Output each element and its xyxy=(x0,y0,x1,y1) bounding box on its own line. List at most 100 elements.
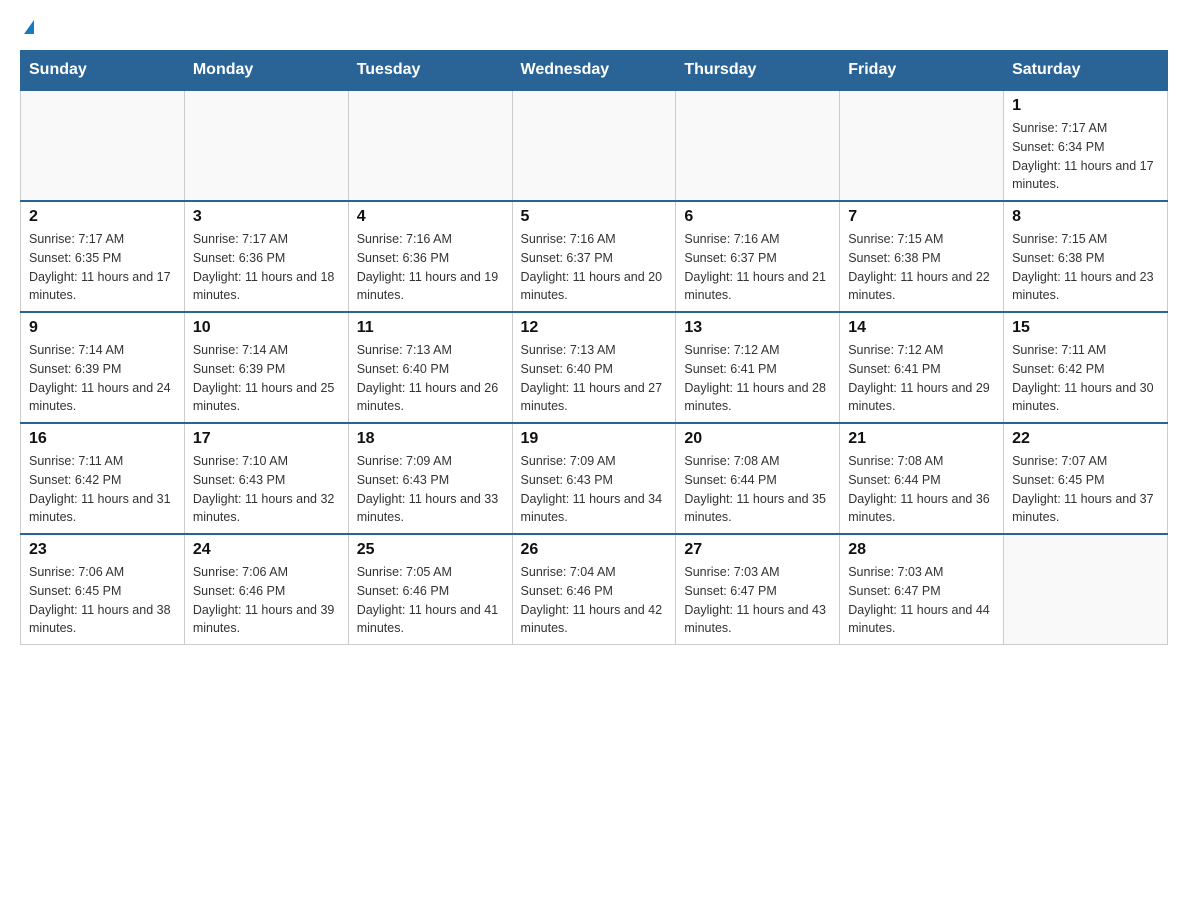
day-number: 20 xyxy=(684,430,831,448)
calendar-cell: 19 Sunrise: 7:09 AMSunset: 6:43 PMDayligh… xyxy=(512,423,676,534)
day-number: 8 xyxy=(1012,208,1159,226)
day-info: Sunrise: 7:08 AMSunset: 6:44 PMDaylight:… xyxy=(848,452,995,527)
day-info: Sunrise: 7:04 AMSunset: 6:46 PMDaylight:… xyxy=(521,563,668,638)
day-info: Sunrise: 7:06 AMSunset: 6:45 PMDaylight:… xyxy=(29,563,176,638)
day-number: 6 xyxy=(684,208,831,226)
calendar-week-3: 9 Sunrise: 7:14 AMSunset: 6:39 PMDaylight… xyxy=(21,312,1168,423)
day-info: Sunrise: 7:05 AMSunset: 6:46 PMDaylight:… xyxy=(357,563,504,638)
day-info: Sunrise: 7:09 AMSunset: 6:43 PMDaylight:… xyxy=(521,452,668,527)
calendar-header-friday: Friday xyxy=(840,51,1004,91)
day-info: Sunrise: 7:11 AMSunset: 6:42 PMDaylight:… xyxy=(1012,341,1159,416)
day-info: Sunrise: 7:12 AMSunset: 6:41 PMDaylight:… xyxy=(848,341,995,416)
calendar-cell: 4Sunrise: 7:16 AMSunset: 6:36 PMDaylight… xyxy=(348,201,512,312)
day-number: 13 xyxy=(684,319,831,337)
calendar-cell: 3 Sunrise: 7:17 AMSunset: 6:36 PMDaylight… xyxy=(184,201,348,312)
day-info: Sunrise: 7:07 AMSunset: 6:45 PMDaylight:… xyxy=(1012,452,1159,527)
day-info: Sunrise: 7:09 AMSunset: 6:43 PMDaylight:… xyxy=(357,452,504,527)
day-info: Sunrise: 7:11 AMSunset: 6:42 PMDaylight:… xyxy=(29,452,176,527)
calendar-cell: 12 Sunrise: 7:13 AMSunset: 6:40 PMDayligh… xyxy=(512,312,676,423)
calendar-cell: 20 Sunrise: 7:08 AMSunset: 6:44 PMDayligh… xyxy=(676,423,840,534)
day-info: Sunrise: 7:17 AMSunset: 6:35 PMDaylight:… xyxy=(29,230,176,305)
day-info: Sunrise: 7:16 AMSunset: 6:37 PMDaylight:… xyxy=(521,230,668,305)
calendar-table: SundayMondayTuesdayWednesdayThursdayFrid… xyxy=(20,50,1168,645)
logo-triangle-icon xyxy=(24,20,34,34)
calendar-header-sunday: Sunday xyxy=(21,51,185,91)
calendar-cell: 2Sunrise: 7:17 AMSunset: 6:35 PMDaylight… xyxy=(21,201,185,312)
calendar-header-wednesday: Wednesday xyxy=(512,51,676,91)
day-number: 14 xyxy=(848,319,995,337)
calendar-cell xyxy=(348,90,512,201)
calendar-cell xyxy=(676,90,840,201)
calendar-cell: 1Sunrise: 7:17 AMSunset: 6:34 PMDaylight… xyxy=(1004,90,1168,201)
calendar-header-monday: Monday xyxy=(184,51,348,91)
day-info: Sunrise: 7:08 AMSunset: 6:44 PMDaylight:… xyxy=(684,452,831,527)
calendar-cell: 5 Sunrise: 7:16 AMSunset: 6:37 PMDaylight… xyxy=(512,201,676,312)
calendar-cell: 25 Sunrise: 7:05 AMSunset: 6:46 PMDayligh… xyxy=(348,534,512,645)
page-header xyxy=(20,20,1168,34)
day-info: Sunrise: 7:10 AMSunset: 6:43 PMDaylight:… xyxy=(193,452,340,527)
calendar-cell: 13 Sunrise: 7:12 AMSunset: 6:41 PMDayligh… xyxy=(676,312,840,423)
day-info: Sunrise: 7:13 AMSunset: 6:40 PMDaylight:… xyxy=(357,341,504,416)
day-number: 19 xyxy=(521,430,668,448)
day-info: Sunrise: 7:13 AMSunset: 6:40 PMDaylight:… xyxy=(521,341,668,416)
calendar-header-thursday: Thursday xyxy=(676,51,840,91)
day-number: 16 xyxy=(29,430,176,448)
calendar-cell: 14 Sunrise: 7:12 AMSunset: 6:41 PMDayligh… xyxy=(840,312,1004,423)
calendar-cell xyxy=(1004,534,1168,645)
calendar-week-5: 23 Sunrise: 7:06 AMSunset: 6:45 PMDayligh… xyxy=(21,534,1168,645)
day-number: 11 xyxy=(357,319,504,337)
calendar-week-1: 1Sunrise: 7:17 AMSunset: 6:34 PMDaylight… xyxy=(21,90,1168,201)
day-number: 7 xyxy=(848,208,995,226)
calendar-cell: 9 Sunrise: 7:14 AMSunset: 6:39 PMDaylight… xyxy=(21,312,185,423)
day-info: Sunrise: 7:16 AMSunset: 6:37 PMDaylight:… xyxy=(684,230,831,305)
calendar-cell: 28 Sunrise: 7:03 AMSunset: 6:47 PMDayligh… xyxy=(840,534,1004,645)
calendar-cell: 18Sunrise: 7:09 AMSunset: 6:43 PMDayligh… xyxy=(348,423,512,534)
calendar-cell: 10Sunrise: 7:14 AMSunset: 6:39 PMDayligh… xyxy=(184,312,348,423)
day-info: Sunrise: 7:03 AMSunset: 6:47 PMDaylight:… xyxy=(848,563,995,638)
day-number: 9 xyxy=(29,319,176,337)
day-number: 24 xyxy=(193,541,340,559)
calendar-header-saturday: Saturday xyxy=(1004,51,1168,91)
day-number: 15 xyxy=(1012,319,1159,337)
calendar-cell: 7 Sunrise: 7:15 AMSunset: 6:38 PMDaylight… xyxy=(840,201,1004,312)
calendar-cell: 6 Sunrise: 7:16 AMSunset: 6:37 PMDaylight… xyxy=(676,201,840,312)
calendar-cell: 11 Sunrise: 7:13 AMSunset: 6:40 PMDayligh… xyxy=(348,312,512,423)
calendar-cell: 15 Sunrise: 7:11 AMSunset: 6:42 PMDayligh… xyxy=(1004,312,1168,423)
day-number: 23 xyxy=(29,541,176,559)
calendar-cell: 17 Sunrise: 7:10 AMSunset: 6:43 PMDayligh… xyxy=(184,423,348,534)
calendar-cell xyxy=(840,90,1004,201)
day-info: Sunrise: 7:17 AMSunset: 6:34 PMDaylight:… xyxy=(1012,119,1159,194)
calendar-cell: 22 Sunrise: 7:07 AMSunset: 6:45 PMDayligh… xyxy=(1004,423,1168,534)
day-number: 21 xyxy=(848,430,995,448)
day-number: 3 xyxy=(193,208,340,226)
calendar-cell xyxy=(21,90,185,201)
day-number: 17 xyxy=(193,430,340,448)
calendar-cell: 8Sunrise: 7:15 AMSunset: 6:38 PMDaylight… xyxy=(1004,201,1168,312)
calendar-header-tuesday: Tuesday xyxy=(348,51,512,91)
day-number: 28 xyxy=(848,541,995,559)
calendar-cell: 21 Sunrise: 7:08 AMSunset: 6:44 PMDayligh… xyxy=(840,423,1004,534)
day-number: 26 xyxy=(521,541,668,559)
calendar-cell: 24 Sunrise: 7:06 AMSunset: 6:46 PMDayligh… xyxy=(184,534,348,645)
day-info: Sunrise: 7:16 AMSunset: 6:36 PMDaylight:… xyxy=(357,230,504,305)
calendar-header-row: SundayMondayTuesdayWednesdayThursdayFrid… xyxy=(21,51,1168,91)
day-number: 25 xyxy=(357,541,504,559)
day-number: 12 xyxy=(521,319,668,337)
day-info: Sunrise: 7:17 AMSunset: 6:36 PMDaylight:… xyxy=(193,230,340,305)
calendar-cell: 16 Sunrise: 7:11 AMSunset: 6:42 PMDayligh… xyxy=(21,423,185,534)
day-info: Sunrise: 7:06 AMSunset: 6:46 PMDaylight:… xyxy=(193,563,340,638)
calendar-cell: 23 Sunrise: 7:06 AMSunset: 6:45 PMDayligh… xyxy=(21,534,185,645)
calendar-cell xyxy=(512,90,676,201)
day-info: Sunrise: 7:12 AMSunset: 6:41 PMDaylight:… xyxy=(684,341,831,416)
calendar-cell: 27 Sunrise: 7:03 AMSunset: 6:47 PMDayligh… xyxy=(676,534,840,645)
calendar-week-2: 2Sunrise: 7:17 AMSunset: 6:35 PMDaylight… xyxy=(21,201,1168,312)
day-number: 5 xyxy=(521,208,668,226)
day-info: Sunrise: 7:14 AMSunset: 6:39 PMDaylight:… xyxy=(29,341,176,416)
day-info: Sunrise: 7:03 AMSunset: 6:47 PMDaylight:… xyxy=(684,563,831,638)
day-number: 22 xyxy=(1012,430,1159,448)
calendar-week-4: 16 Sunrise: 7:11 AMSunset: 6:42 PMDayligh… xyxy=(21,423,1168,534)
day-info: Sunrise: 7:15 AMSunset: 6:38 PMDaylight:… xyxy=(848,230,995,305)
calendar-cell: 26 Sunrise: 7:04 AMSunset: 6:46 PMDayligh… xyxy=(512,534,676,645)
day-number: 27 xyxy=(684,541,831,559)
logo xyxy=(20,20,34,34)
